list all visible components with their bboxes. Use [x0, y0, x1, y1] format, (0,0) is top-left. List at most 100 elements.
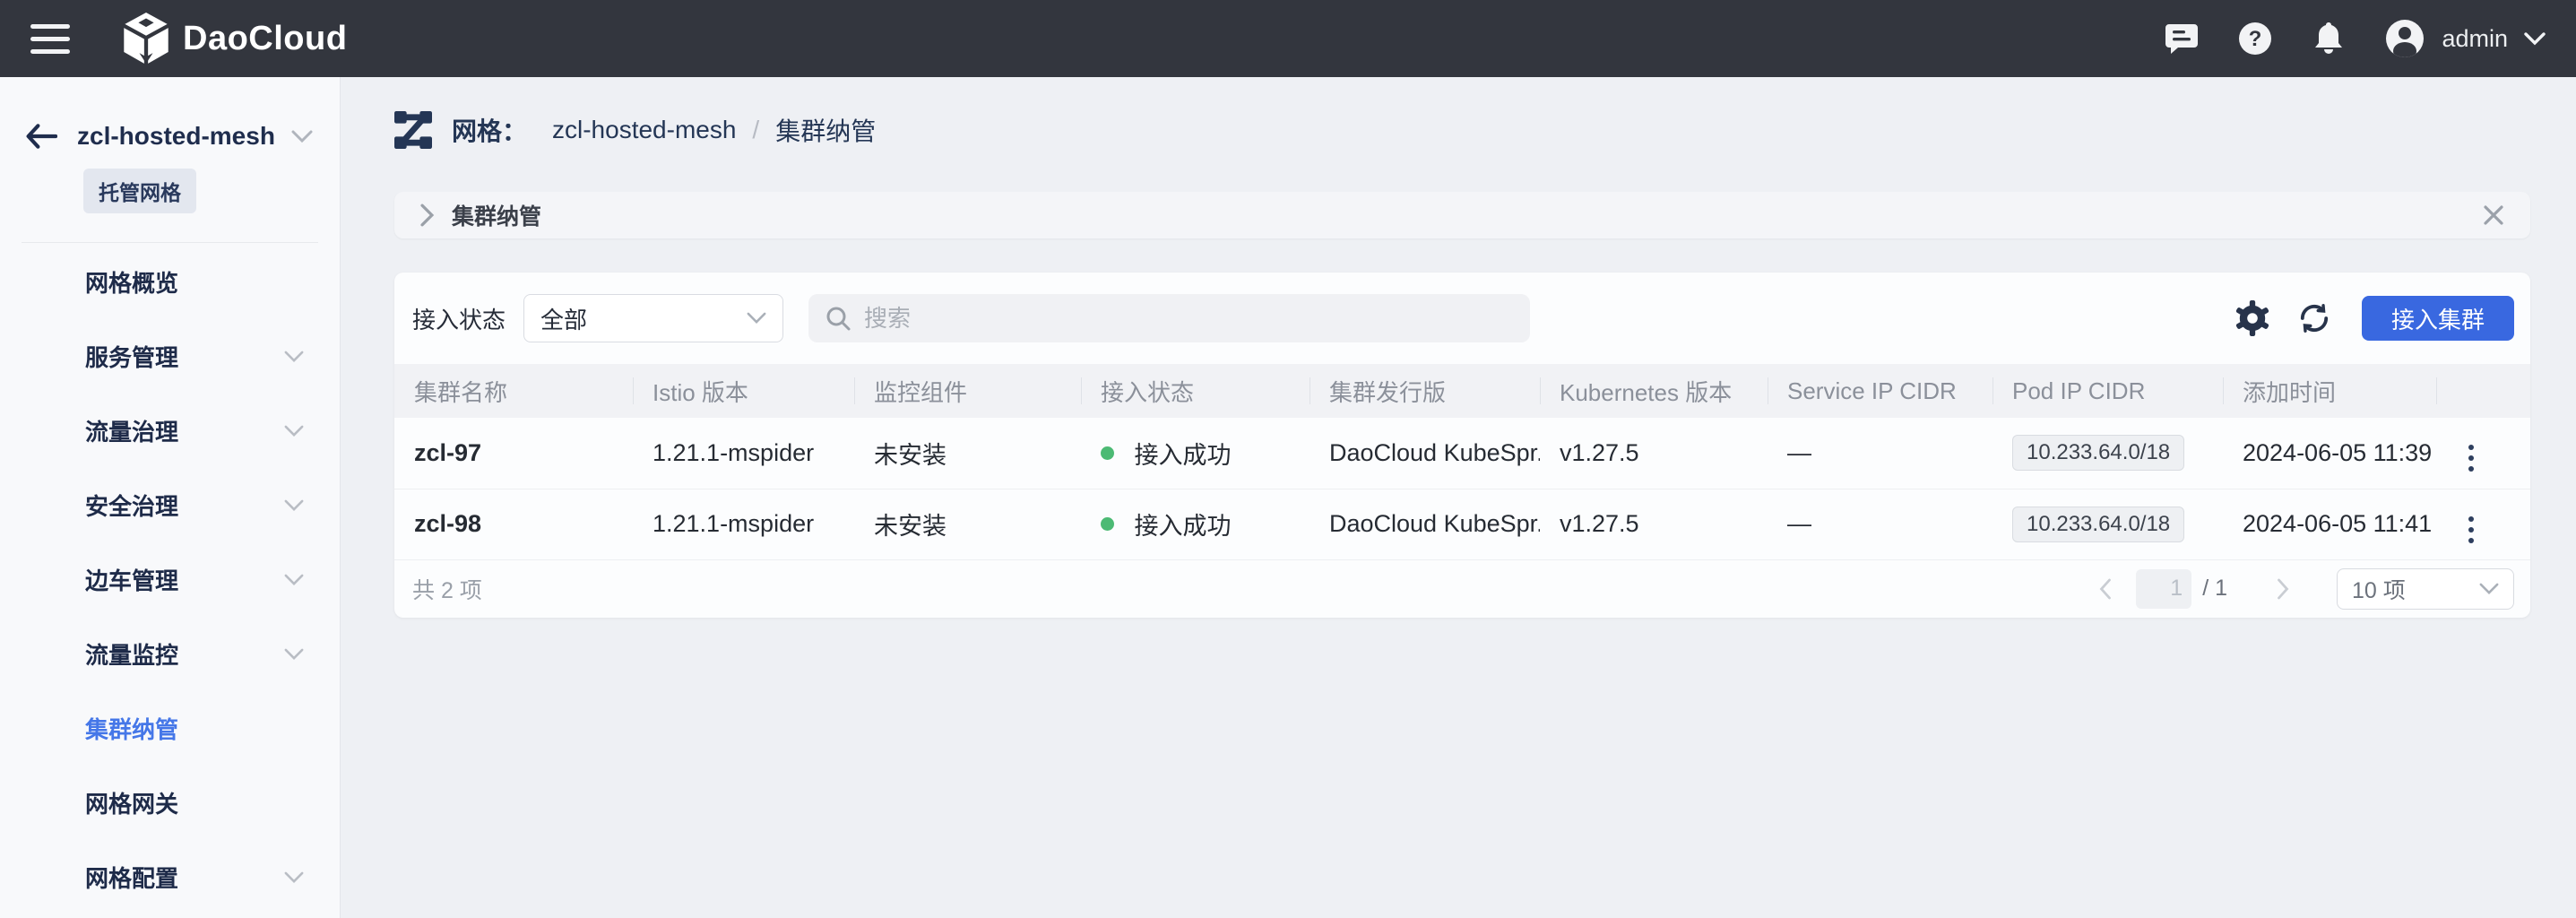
chevron-down-icon — [284, 648, 304, 661]
username: admin — [2442, 25, 2508, 53]
collapse-panel-title: 集群纳管 — [452, 199, 541, 231]
settings-gear-icon[interactable] — [2235, 300, 2270, 336]
total-count: 共 2 项 — [412, 573, 482, 605]
daocloud-logo-icon — [122, 13, 170, 65]
cell-added-time: 2024-06-05 11:39 — [2223, 418, 2436, 489]
pagination: 1 / 1 10 项 — [2093, 568, 2514, 610]
breadcrumb-mesh-name[interactable]: zcl-hosted-mesh — [552, 116, 736, 144]
cell-actions — [2436, 489, 2530, 559]
cell-k8s-version: v1.27.5 — [1540, 489, 1768, 559]
cell-cluster-name[interactable]: zcl-98 — [394, 489, 633, 559]
cell-status: 接入成功 — [1081, 489, 1310, 559]
chevron-down-icon[interactable] — [291, 130, 313, 143]
cell-distribution: DaoCloud KubeSpr... — [1310, 489, 1540, 559]
prev-page-icon[interactable] — [2093, 578, 2118, 600]
cell-pod-cidr: 10.233.64.0/18 — [1993, 489, 2223, 559]
mesh-label: 网格： — [452, 112, 527, 148]
cell-istio-version: 1.21.1-mspider — [633, 489, 854, 559]
col-service-ip-cidr: Service IP CIDR — [1768, 364, 1993, 418]
search-icon — [825, 305, 851, 332]
collapse-panel: 集群纳管 — [394, 192, 2530, 238]
chevron-down-icon — [284, 871, 304, 884]
sidebar: zcl-hosted-mesh 托管网格 网格概览 服务管理 流量治理 安全治理… — [0, 77, 341, 918]
sidebar-item-mesh-overview[interactable]: 网格概览 — [0, 245, 340, 319]
main-content: 网格： zcl-hosted-mesh / 集群纳管 集群纳管 接入状态 全部 — [341, 77, 2576, 918]
sidebar-item-mesh-config[interactable]: 网格配置 — [0, 840, 340, 914]
col-cluster-name: 集群名称 — [394, 364, 633, 418]
cell-actions — [2436, 418, 2530, 489]
message-icon[interactable] — [2164, 21, 2200, 56]
col-access-status: 接入状态 — [1081, 364, 1310, 418]
mesh-selector: zcl-hosted-mesh — [0, 77, 340, 151]
help-icon[interactable]: ? — [2237, 21, 2273, 56]
cidr-tag: 10.233.64.0/18 — [2012, 435, 2184, 471]
sidebar-item-cluster-management[interactable]: 集群纳管 — [0, 691, 340, 766]
topbar-actions: ? admin — [2164, 18, 2546, 59]
cell-istio-version: 1.21.1-mspider — [633, 418, 854, 489]
topbar: DaoCloud ? admin — [0, 0, 2576, 77]
mesh-type-badge: 托管网格 — [83, 169, 196, 213]
cidr-tag: 10.233.64.0/18 — [2012, 507, 2184, 542]
chevron-down-icon — [284, 499, 304, 512]
page-size-select[interactable]: 10 项 — [2337, 568, 2514, 610]
col-istio-version: Istio 版本 — [633, 364, 854, 418]
cell-status: 接入成功 — [1081, 418, 1310, 489]
brand-name: DaoCloud — [183, 20, 347, 58]
sidebar-item-security-governance[interactable]: 安全治理 — [0, 468, 340, 542]
clusters-table: 集群名称 Istio 版本 监控组件 接入状态 集群发行版 Kubernetes… — [394, 364, 2530, 560]
brand: DaoCloud — [122, 13, 347, 65]
sidebar-menu: 网格概览 服务管理 流量治理 安全治理 边车管理 流量监控 集群纳管 网格网关 — [0, 243, 340, 914]
col-k8s-version: Kubernetes 版本 — [1540, 364, 1768, 418]
breadcrumb-separator: / — [752, 116, 759, 144]
page-input[interactable]: 1 — [2136, 569, 2191, 609]
status-dot — [1101, 517, 1114, 531]
table-header-row: 集群名称 Istio 版本 监控组件 接入状态 集群发行版 Kubernetes… — [394, 364, 2530, 418]
sidebar-item-mesh-gateway[interactable]: 网格网关 — [0, 766, 340, 840]
notifications-bell-icon[interactable] — [2311, 21, 2347, 56]
menu-toggle-icon[interactable] — [30, 24, 70, 54]
chevron-down-icon — [2479, 583, 2499, 595]
col-added-time: 添加时间 — [2223, 364, 2436, 418]
page-total: / 1 — [2202, 576, 2227, 602]
svg-text:?: ? — [2249, 27, 2262, 51]
user-menu[interactable]: admin — [2384, 18, 2546, 59]
close-icon[interactable] — [2482, 204, 2505, 227]
cell-monitor: 未安装 — [854, 489, 1081, 559]
search-box — [808, 294, 1530, 342]
cell-added-time: 2024-06-05 11:41 — [2223, 489, 2436, 559]
sidebar-item-traffic-governance[interactable]: 流量治理 — [0, 394, 340, 468]
search-input[interactable] — [864, 305, 1514, 333]
col-distribution: 集群发行版 — [1310, 364, 1540, 418]
status-filter-label: 接入状态 — [412, 302, 506, 335]
chevron-right-icon[interactable] — [419, 204, 436, 227]
status-dot — [1101, 446, 1114, 460]
table-tools: 接入集群 — [2235, 296, 2514, 341]
join-cluster-button[interactable]: 接入集群 — [2362, 296, 2514, 341]
cell-service-cidr: — — [1768, 489, 1993, 559]
row-actions-kebab-icon[interactable] — [2456, 511, 2486, 549]
table-footer: 共 2 项 1 / 1 10 项 — [394, 560, 2530, 618]
cell-cluster-name[interactable]: zcl-97 — [394, 418, 633, 489]
cell-service-cidr: — — [1768, 418, 1993, 489]
chevron-down-icon — [284, 574, 304, 586]
sidebar-item-service-management[interactable]: 服务管理 — [0, 319, 340, 394]
clusters-card: 接入状态 全部 — [394, 273, 2530, 618]
mesh-name[interactable]: zcl-hosted-mesh — [77, 122, 291, 151]
breadcrumb-page: 集群纳管 — [775, 112, 876, 148]
refresh-icon[interactable] — [2297, 301, 2331, 335]
next-page-icon[interactable] — [2270, 578, 2295, 600]
chevron-down-icon — [284, 351, 304, 363]
back-arrow-icon[interactable] — [25, 123, 57, 150]
cell-monitor: 未安装 — [854, 418, 1081, 489]
cell-pod-cidr: 10.233.64.0/18 — [1993, 418, 2223, 489]
table-row: zcl-98 1.21.1-mspider 未安装 接入成功 DaoCloud … — [394, 489, 2530, 559]
row-actions-kebab-icon[interactable] — [2456, 439, 2486, 477]
table-row: zcl-97 1.21.1-mspider 未安装 接入成功 DaoCloud … — [394, 418, 2530, 489]
table-toolbar: 接入状态 全部 — [394, 273, 2530, 364]
cell-k8s-version: v1.27.5 — [1540, 418, 1768, 489]
sidebar-item-sidecar-management[interactable]: 边车管理 — [0, 542, 340, 617]
status-filter-select[interactable]: 全部 — [523, 294, 783, 342]
chevron-down-icon — [2524, 32, 2546, 46]
mesh-icon — [394, 111, 432, 149]
sidebar-item-traffic-monitoring[interactable]: 流量监控 — [0, 617, 340, 691]
